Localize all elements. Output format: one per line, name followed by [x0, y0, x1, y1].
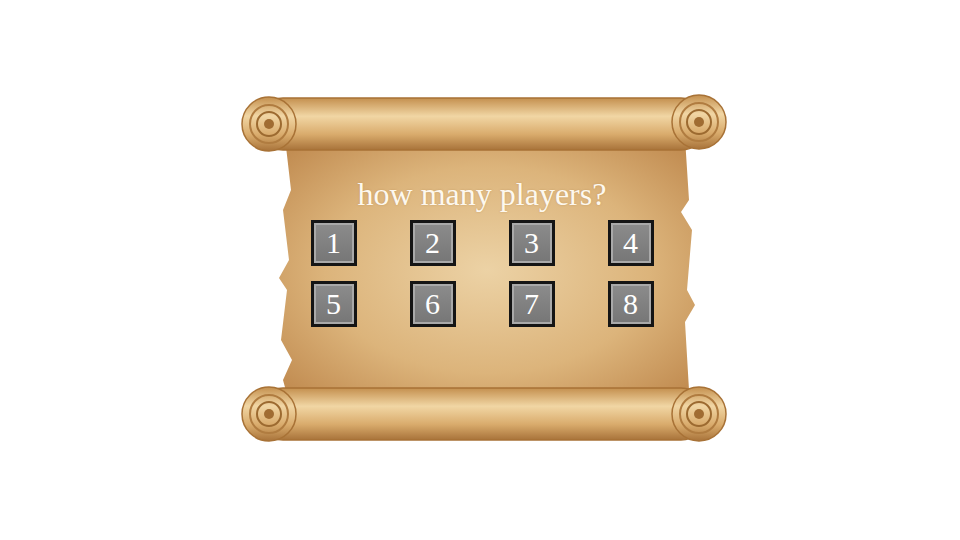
- scroll-curl-icon: [672, 95, 726, 149]
- scroll-curl-icon: [242, 97, 296, 151]
- player-count-button[interactable]: 6: [410, 281, 456, 327]
- player-count-button[interactable]: 3: [509, 220, 555, 266]
- player-options: 1 2 3 4 5 6 7 8: [311, 220, 654, 327]
- player-count-button[interactable]: 8: [608, 281, 654, 327]
- prompt-title: how many players?: [358, 176, 607, 212]
- scroll-curl-icon: [242, 387, 296, 441]
- parchment-body: [279, 138, 695, 402]
- player-count-button[interactable]: 4: [608, 220, 654, 266]
- player-count-button[interactable]: 2: [410, 220, 456, 266]
- player-count-button[interactable]: 1: [311, 220, 357, 266]
- parchment-scroll-icon: [237, 90, 727, 450]
- player-count-button[interactable]: 7: [509, 281, 555, 327]
- bottom-roll: [242, 387, 726, 441]
- player-count-button[interactable]: 5: [311, 281, 357, 327]
- game-screen: how many players?1 2 3 4 5 6 7 8: [0, 0, 960, 540]
- scroll-content: how many players?1 2 3 4 5 6 7 8: [237, 90, 727, 327]
- top-roll: [242, 95, 726, 151]
- player-count-scroll: how many players?1 2 3 4 5 6 7 8: [237, 90, 727, 450]
- scroll-curl-icon: [672, 387, 726, 441]
